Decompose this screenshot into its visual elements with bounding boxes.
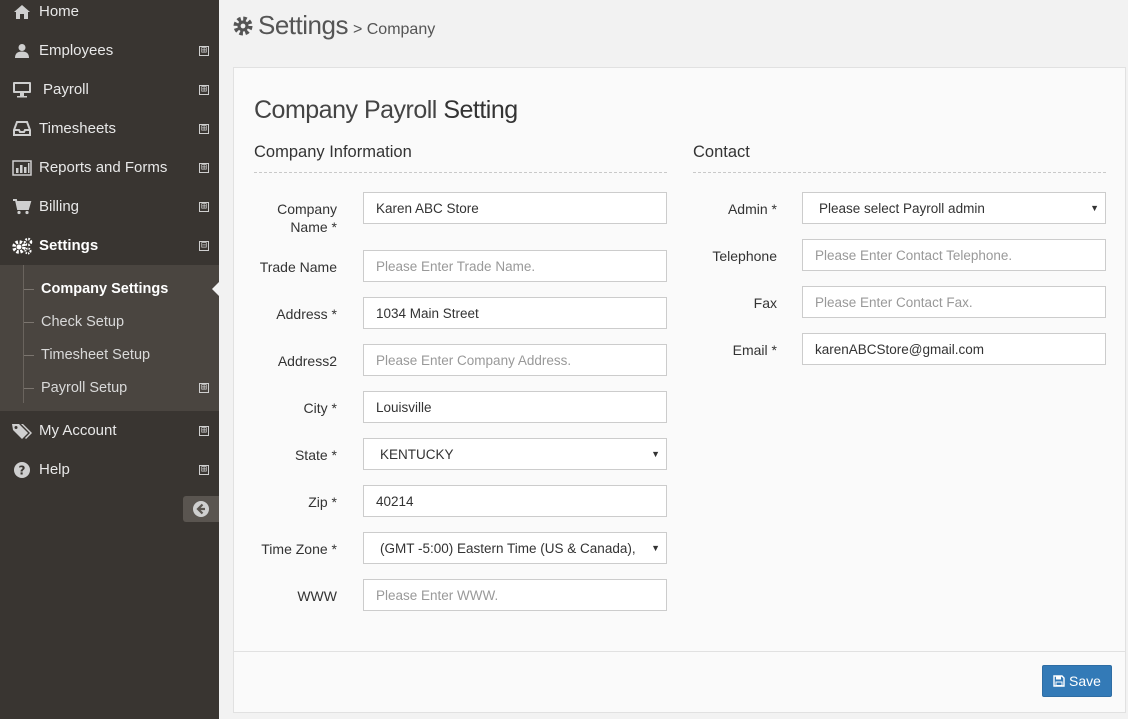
sidebar-item-help[interactable]: ? Help ⊞ (0, 450, 219, 489)
collapse-sidebar-button[interactable] (183, 496, 219, 522)
gear-icon (232, 15, 254, 42)
panel-footer-divider (234, 651, 1125, 652)
bar-chart-icon (11, 157, 33, 179)
fax-field[interactable]: Please Enter Contact Fax. (802, 286, 1106, 318)
expand-icon[interactable]: ⊞ (199, 425, 209, 436)
save-button-label: Save (1069, 673, 1101, 689)
sidebar-item-home[interactable]: Home (0, 0, 219, 31)
sidebar-item-label: Help (39, 461, 70, 478)
state-select[interactable]: KENTUCKY ▼ (363, 438, 667, 470)
gears-icon (11, 235, 33, 257)
time-zone-select[interactable]: (GMT -5:00) Eastern Time (US & Canada), … (363, 532, 667, 564)
expand-icon[interactable]: ⊞ (199, 84, 209, 95)
sidebar-item-employees[interactable]: Employees ⊞ (0, 31, 219, 70)
time-zone-label: Time Zone * (261, 541, 337, 557)
tags-icon (11, 420, 33, 442)
zip-field[interactable]: 40214 (363, 485, 667, 517)
contact-heading: Contact (693, 143, 1106, 173)
active-indicator (212, 281, 220, 297)
sidebar-item-label: Payroll (43, 81, 89, 98)
expand-icon[interactable]: ⊞ (199, 162, 209, 173)
question-icon: ? (11, 459, 33, 481)
sidebar-item-label: Home (39, 3, 80, 20)
expand-icon[interactable]: ⊞ (199, 201, 209, 212)
sidebar-item-timesheets[interactable]: Timesheets ⊞ (0, 109, 219, 148)
address2-label: Address2 (277, 353, 337, 369)
address-label: Address * (276, 306, 337, 322)
submenu-item-payroll-setup[interactable]: Payroll Setup ⊞ (0, 371, 219, 404)
submenu-item-label: Check Setup (41, 313, 125, 330)
company-information-heading: Company Information (254, 143, 667, 173)
sidebar-item-payroll[interactable]: Payroll ⊞ (0, 70, 219, 109)
settings-panel: Company Payroll Setting Company Informat… (233, 67, 1126, 713)
sidebar-item-label: Reports and Forms (39, 159, 168, 176)
dropdown-arrow-icon: ▼ (651, 543, 660, 553)
admin-select-value: Please select Payroll admin (819, 200, 985, 216)
telephone-label: Telephone (712, 248, 777, 264)
submenu-item-label: Company Settings (41, 280, 169, 297)
trade-name-label: Trade Name (259, 259, 337, 275)
sidebar-item-reports[interactable]: Reports and Forms ⊞ (0, 148, 219, 187)
arrow-left-circle-icon (193, 501, 209, 517)
monitor-icon (11, 79, 33, 101)
expand-icon[interactable]: ⊞ (199, 123, 209, 134)
sidebar-item-my-account[interactable]: My Account ⊞ (0, 411, 219, 450)
submenu-item-company-settings[interactable]: Company Settings (0, 272, 219, 305)
time-zone-select-value: (GMT -5:00) Eastern Time (US & Canada), … (380, 540, 638, 556)
floppy-disk-icon (1053, 675, 1065, 687)
address-field[interactable]: 1034 Main Street (363, 297, 667, 329)
email-label: Email * (732, 342, 777, 358)
sidebar: Home Employees ⊞ Payroll ⊞ Timesheets ⊞ … (0, 0, 220, 719)
admin-label: Admin * (727, 201, 777, 217)
email-field[interactable]: karenABCStore@gmail.com (802, 333, 1106, 365)
save-button[interactable]: Save (1042, 665, 1112, 697)
www-label: WWW (297, 588, 337, 604)
panel-title: Company Payroll Setting (254, 96, 518, 124)
submenu-item-label: Timesheet Setup (41, 346, 151, 363)
inbox-icon (11, 118, 33, 140)
collapse-icon[interactable]: ⊟ (199, 240, 209, 251)
expand-icon[interactable]: ⊞ (199, 45, 209, 56)
svg-text:?: ? (19, 463, 26, 477)
www-field[interactable]: Please Enter WWW. (363, 579, 667, 611)
sidebar-item-label: Timesheets (39, 120, 116, 137)
state-select-value: KENTUCKY (380, 446, 454, 462)
expand-icon[interactable]: ⊞ (199, 464, 209, 475)
page-header: Settings > Company (232, 10, 435, 46)
expand-icon[interactable]: ⊞ (199, 382, 209, 393)
sidebar-item-label: My Account (39, 422, 117, 439)
trade-name-field[interactable]: Please Enter Trade Name. (363, 250, 667, 282)
zip-label: Zip * (308, 494, 337, 510)
submenu-item-timesheet-setup[interactable]: Timesheet Setup (0, 338, 219, 371)
submenu-item-label: Payroll Setup (41, 379, 128, 396)
dropdown-arrow-icon: ▼ (1090, 203, 1099, 213)
home-icon (11, 1, 33, 23)
page-title: Settings (258, 10, 348, 40)
cart-icon (11, 196, 33, 218)
city-label: City * (303, 400, 337, 416)
address2-field[interactable]: Please Enter Company Address. (363, 344, 667, 376)
sidebar-item-billing[interactable]: Billing ⊞ (0, 187, 219, 226)
fax-label: Fax (753, 295, 777, 311)
sidebar-item-settings[interactable]: Settings ⊟ (0, 226, 219, 265)
sidebar-item-label: Settings (39, 237, 99, 254)
company-name-label: Company Name * (277, 201, 337, 235)
sidebar-item-label: Billing (39, 198, 80, 215)
user-icon (11, 40, 33, 62)
submenu-item-check-setup[interactable]: Check Setup (0, 305, 219, 338)
telephone-field[interactable]: Please Enter Contact Telephone. (802, 239, 1106, 271)
state-label: State * (294, 447, 337, 463)
dropdown-arrow-icon: ▼ (651, 449, 660, 459)
city-field[interactable]: Louisville (363, 391, 667, 423)
admin-select[interactable]: Please select Payroll admin ▼ (802, 192, 1106, 224)
sidebar-item-label: Employees (39, 42, 114, 59)
breadcrumb: > Company (352, 21, 436, 38)
company-name-field[interactable]: Karen ABC Store (363, 192, 667, 224)
